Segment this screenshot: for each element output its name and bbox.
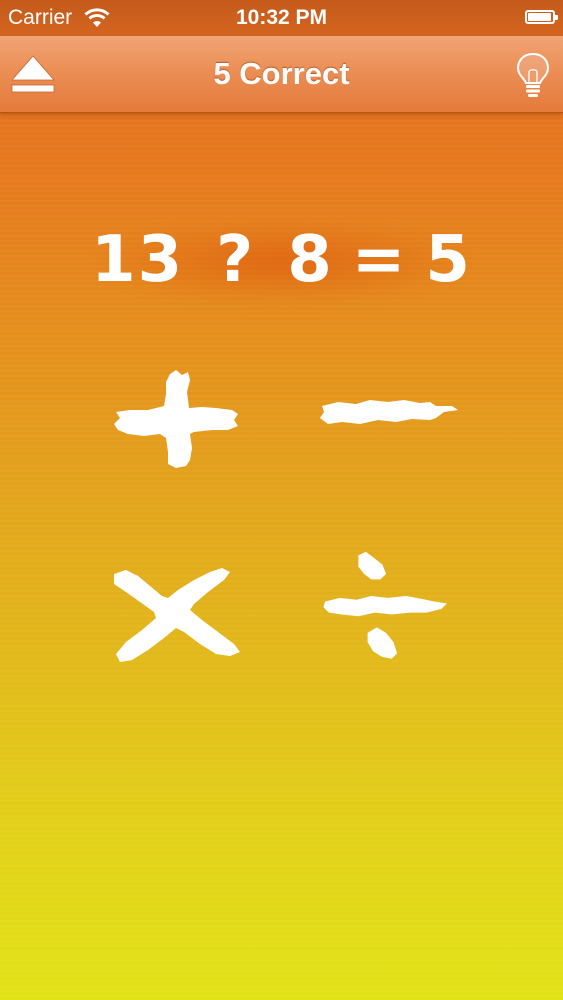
lightbulb-icon (516, 52, 550, 97)
minus-icon (320, 400, 458, 424)
minus-button[interactable] (312, 362, 462, 482)
eject-icon (11, 55, 55, 93)
plus-button[interactable] (104, 362, 254, 482)
score-title: 5 Correct (213, 56, 350, 91)
equation-unknown-operator: ? (216, 223, 256, 297)
divide-button[interactable] (312, 548, 462, 668)
equation-left-operand: 13 (91, 223, 185, 297)
equation-equals: = (351, 223, 408, 297)
eject-button[interactable] (8, 50, 58, 98)
status-bar: Carrier 10:32 PM (0, 0, 563, 36)
plus-icon (114, 370, 238, 468)
battery-icon (525, 10, 558, 24)
equation-result: 5 (425, 223, 472, 297)
battery-level (528, 13, 551, 21)
navigation-bar: 5 Correct (0, 36, 563, 113)
multiply-button[interactable] (104, 556, 254, 676)
hint-button[interactable] (513, 50, 553, 100)
divide-icon (323, 551, 447, 659)
status-time: 10:32 PM (235, 6, 328, 29)
equation-display: 13 ? 8 = 5 (60, 205, 503, 315)
multiply-icon (114, 568, 240, 662)
equation-right-operand: 8 (287, 223, 334, 297)
